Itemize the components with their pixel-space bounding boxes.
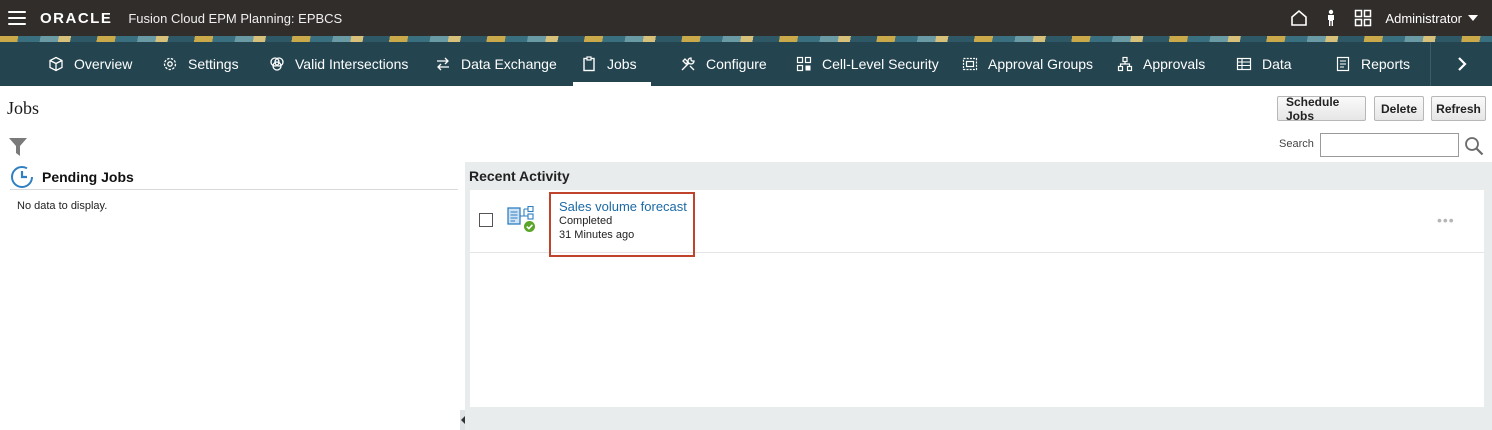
exchange-arrows-icon (437, 57, 449, 71)
no-data-message: No data to display. (17, 200, 108, 212)
accessibility-icon[interactable] (1321, 8, 1341, 28)
pending-jobs-title: Pending Jobs (42, 168, 134, 185)
top-bar: ORACLE Fusion Cloud EPM Planning: EPBCS … (0, 0, 1492, 36)
oracle-logo: ORACLE (40, 9, 113, 27)
delete-button[interactable]: Delete (1374, 96, 1424, 121)
tab-label: Data Exchange (461, 56, 557, 72)
tab-label: Valid Intersections (295, 56, 409, 72)
clock-icon (11, 165, 33, 188)
hierarchy-icon (1117, 56, 1133, 72)
refresh-button[interactable]: Refresh (1431, 96, 1486, 121)
grid-security-icon (796, 56, 812, 72)
chevron-right-icon (1457, 57, 1467, 71)
apps-grid-icon[interactable] (1353, 8, 1373, 28)
tab-label: Overview (74, 56, 133, 72)
search-label: Search (1279, 138, 1314, 150)
clipboard-icon (583, 56, 595, 72)
tab-label: Jobs (607, 56, 637, 72)
tab-cell-level-security[interactable]: Cell-Level Security (796, 42, 939, 86)
report-icon (1336, 56, 1350, 72)
recent-activity-list: Sales volume forecast Completed 31 Minut… (470, 190, 1484, 407)
user-menu[interactable]: Administrator (1385, 11, 1462, 26)
tab-data-exchange[interactable]: Data Exchange (435, 42, 557, 86)
tab-approval-groups[interactable]: Approval Groups (962, 42, 1093, 86)
pending-jobs-header: Pending Jobs (10, 164, 458, 190)
filter-icon[interactable] (8, 137, 28, 162)
search-icon[interactable] (1464, 136, 1484, 161)
tab-label: Configure (706, 56, 767, 72)
job-name-link[interactable]: Sales volume forecast (559, 199, 687, 214)
tab-label: Cell-Level Security (822, 56, 939, 72)
tab-configure[interactable]: Configure (680, 42, 767, 86)
tab-label: Data (1262, 56, 1292, 72)
job-checkbox[interactable] (479, 213, 493, 227)
page-title: Jobs (7, 98, 40, 118)
recent-activity-title: Recent Activity (469, 168, 570, 184)
tab-jobs[interactable]: Jobs (573, 42, 651, 86)
tab-approvals[interactable]: Approvals (1117, 42, 1205, 86)
tab-label: Approvals (1143, 56, 1206, 72)
tab-label: Approval Groups (988, 56, 1094, 72)
chevron-down-icon[interactable] (1468, 15, 1478, 21)
approval-groups-icon (962, 57, 978, 71)
nav-bar: Overview Settings Valid Intersections Da… (0, 42, 1492, 86)
job-completed-icon (507, 205, 537, 239)
job-timestamp: 31 Minutes ago (559, 229, 635, 241)
recent-activity-panel: Recent Activity Sales volume forecast Co… (465, 162, 1492, 430)
tools-icon (681, 57, 695, 71)
cube-icon (49, 56, 63, 72)
table-icon (1236, 57, 1252, 71)
job-status: Completed (559, 215, 613, 227)
tab-reports[interactable]: Reports (1335, 42, 1410, 86)
home-icon[interactable] (1289, 8, 1309, 28)
tab-label: Reports (1361, 56, 1411, 72)
search-input[interactable] (1320, 133, 1459, 157)
top-right-controls: Administrator (1289, 0, 1492, 36)
more-actions-icon[interactable]: ••• (1437, 212, 1455, 228)
menu-icon[interactable] (8, 11, 26, 25)
schedule-jobs-button[interactable]: Schedule Jobs (1277, 95, 1366, 123)
tab-data[interactable]: Data (1236, 42, 1292, 86)
gear-icon (163, 57, 177, 71)
tab-overview[interactable]: Overview (48, 42, 132, 86)
list-item: Sales volume forecast Completed 31 Minut… (470, 190, 1484, 257)
tab-valid-intersections[interactable]: Valid Intersections (269, 42, 408, 86)
tab-settings[interactable]: Settings (162, 42, 239, 86)
intersect-icon (270, 57, 284, 71)
nav-next-button[interactable] (1430, 42, 1492, 86)
app-title: Fusion Cloud EPM Planning: EPBCS (128, 10, 343, 26)
tab-label: Settings (188, 56, 239, 72)
pending-jobs-panel: Pending Jobs (10, 164, 458, 190)
